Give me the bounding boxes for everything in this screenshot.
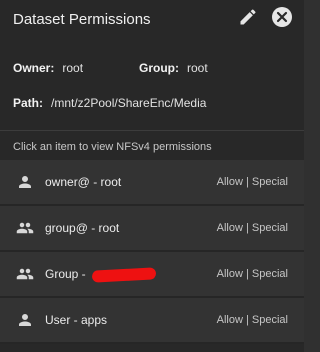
group-key: Group:: [139, 61, 179, 75]
acl-list: owner@ - root Allow | Special group@ - r…: [0, 160, 304, 344]
acl-item-permission: Allow | Special: [216, 176, 288, 188]
pencil-icon: [240, 9, 256, 25]
acl-item-label: Group -: [45, 267, 157, 283]
divider: [0, 130, 304, 131]
dataset-permissions-card: Dataset Permissions Owner: root Group: r…: [0, 0, 304, 352]
group-value: root: [187, 61, 208, 75]
acl-item-user[interactable]: User - apps Allow | Special: [0, 298, 304, 344]
person-icon: [15, 311, 35, 329]
header-actions: [238, 7, 292, 27]
acl-item-owner[interactable]: owner@ - root Allow | Special: [0, 160, 304, 206]
acl-item-group[interactable]: group@ - root Allow | Special: [0, 206, 304, 252]
path-row: Path: /mnt/z2Pool/ShareEnc/Media: [13, 96, 293, 110]
acl-item-label: User - apps: [45, 313, 108, 327]
group-icon: [15, 265, 35, 283]
acl-item-permission: Allow | Special: [216, 268, 288, 280]
path-value: /mnt/z2Pool/ShareEnc/Media: [51, 96, 207, 110]
redaction-mark: [91, 267, 157, 283]
acl-item-permission: Allow | Special: [216, 222, 288, 234]
owner-value: root: [62, 61, 84, 75]
owner-key: Owner:: [13, 61, 55, 75]
acl-item-label: owner@ - root: [45, 175, 122, 189]
edit-button[interactable]: [238, 7, 258, 27]
acl-item-permission: Allow | Special: [216, 314, 288, 326]
path-key: Path:: [13, 96, 43, 110]
person-icon: [15, 173, 35, 191]
nfsv4-hint: Click an item to view NFSv4 permissions: [13, 141, 212, 153]
acl-item-label: group@ - root: [45, 221, 120, 235]
group-icon: [15, 219, 35, 237]
close-icon: [276, 11, 288, 23]
card-header: Dataset Permissions: [0, 0, 304, 38]
group-row: Group: root: [139, 61, 208, 75]
page-title: Dataset Permissions: [13, 10, 151, 28]
acl-item-named-group[interactable]: Group - Allow | Special: [0, 252, 304, 298]
close-button[interactable]: [272, 7, 292, 27]
